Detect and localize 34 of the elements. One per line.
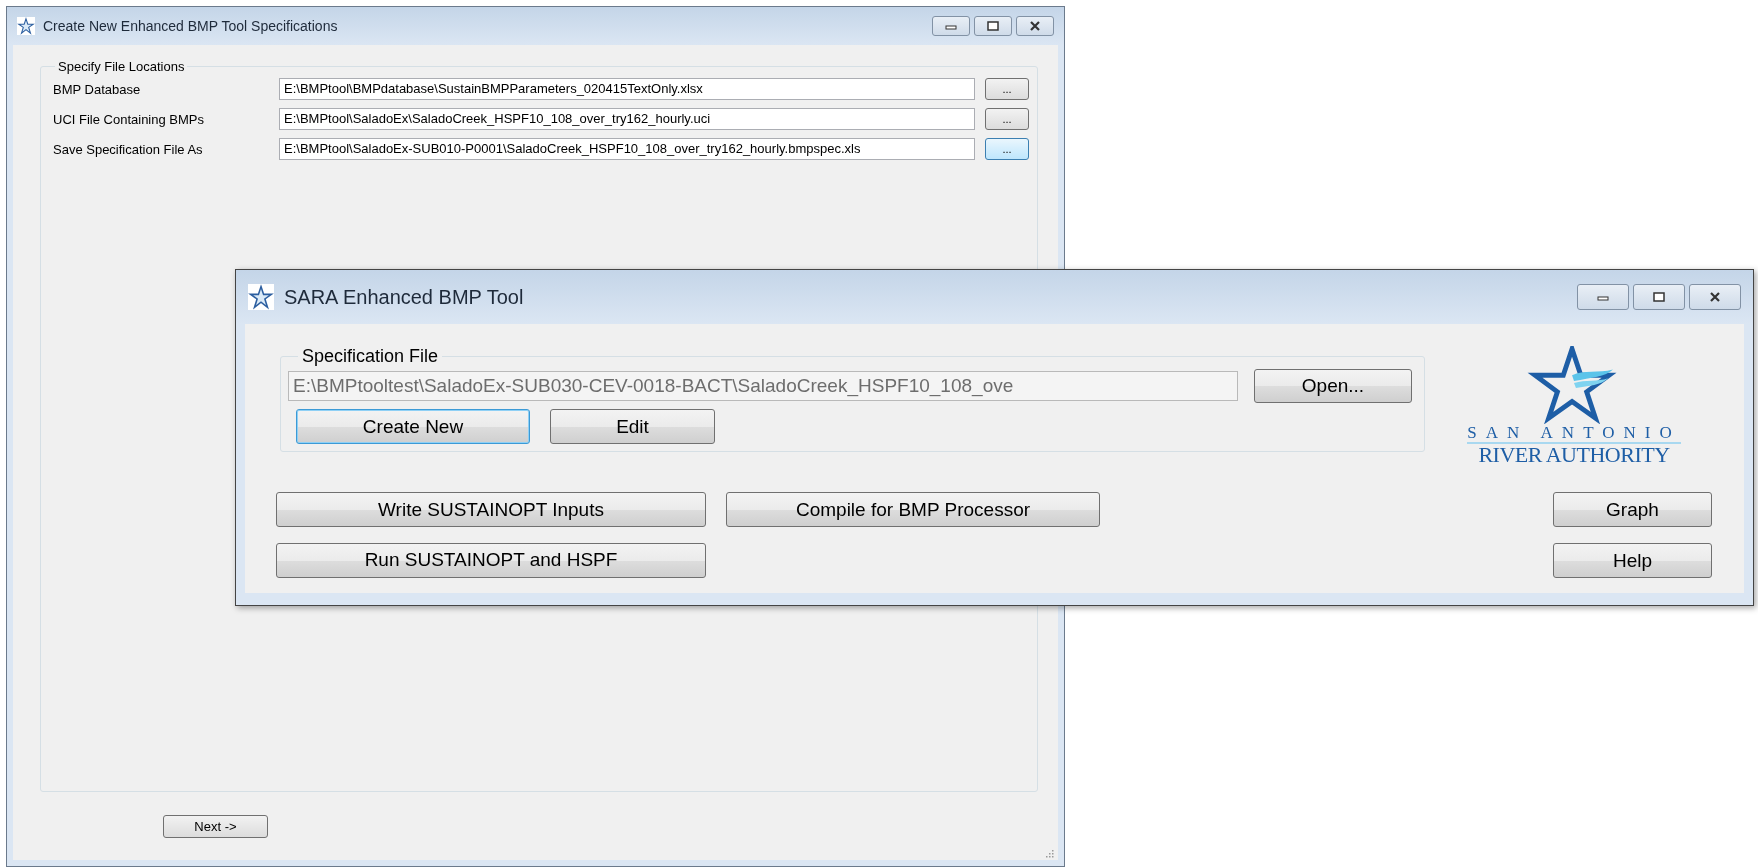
logo-text: RIVER AUTHORITY [1478, 444, 1670, 466]
maximize-button[interactable] [974, 16, 1012, 36]
close-button[interactable] [1016, 16, 1054, 36]
browse-button[interactable]: ... [985, 78, 1029, 100]
group-title: Specification File [301, 346, 440, 367]
field-label: Save Specification File As [53, 141, 204, 157]
browse-button[interactable]: ... [985, 108, 1029, 130]
open-button[interactable]: Open... [1254, 369, 1412, 403]
side-button[interactable]: Help [1553, 543, 1712, 578]
next-button[interactable]: Next -> [163, 814, 268, 838]
close-button[interactable] [1689, 284, 1741, 310]
field-label: BMP Database [53, 81, 142, 97]
action-button[interactable]: Compile for BMP Processor [726, 492, 1100, 527]
action-button[interactable]: Run SUSTAINOPT and HSPF [276, 542, 706, 578]
file-button[interactable]: Create New [296, 409, 530, 444]
path-field[interactable]: E:\BMPtool\SaladoEx-SUB010-P0001\SaladoCreek_HSPF10_108_over_try162_hourly.bmpspec.xls [279, 138, 975, 160]
side-button[interactable]: Graph [1553, 492, 1712, 527]
browse-button[interactable]: ... [985, 138, 1029, 160]
star-icon [248, 284, 274, 310]
path-field[interactable]: E:\BMPtooltest\SaladoEx-SUB030-CEV-0018-BACT\SaladoCreek_HSPF10_108_ove [288, 371, 1238, 401]
field-label: UCI File Containing BMPs [53, 111, 205, 127]
size-grip-icon [1044, 848, 1054, 858]
minimize-button[interactable] [1577, 284, 1629, 310]
window-title: SARA Enhanced BMP Tool [284, 285, 524, 309]
star-icon [17, 17, 35, 35]
window-title: Create New Enhanced BMP Tool Specifications [43, 18, 338, 34]
logo-text: SAN ANTONIO [1467, 424, 1681, 444]
path-field[interactable]: E:\BMPtool\BMPdatabase\SustainBMPParameters_020415TextOnly.xlsx [279, 78, 975, 100]
file-button[interactable]: Edit [550, 409, 715, 444]
path-field[interactable]: E:\BMPtool\SaladoEx\SaladoCreek_HSPF10_108_over_try162_hourly.uci [279, 108, 975, 130]
minimize-button[interactable] [932, 16, 970, 36]
maximize-button[interactable] [1633, 284, 1685, 310]
group-title: Specify File Locations [57, 59, 186, 74]
action-button[interactable]: Write SUSTAINOPT Inputs [276, 492, 706, 527]
